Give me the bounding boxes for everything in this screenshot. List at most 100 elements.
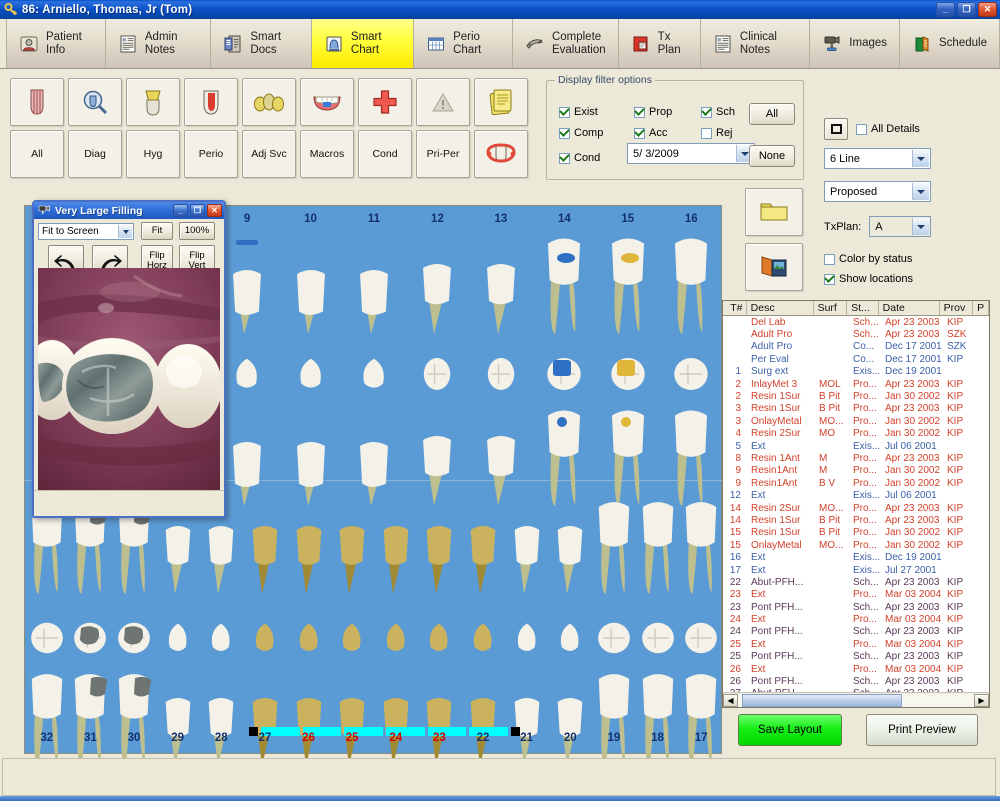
zoom-100-button[interactable]: 100% [179, 222, 215, 240]
lower-tooth-number[interactable]: 22 [461, 732, 505, 744]
tooth-occlusal-view[interactable] [609, 344, 647, 404]
tooth-occlusal-view[interactable] [359, 344, 389, 404]
tooth-10[interactable] [279, 232, 342, 511]
tooth-occlusal-view[interactable] [514, 608, 540, 668]
lower-tooth-number[interactable]: 27 [243, 732, 287, 744]
tooth-lingual-view[interactable] [163, 668, 193, 771]
intraoral-photo[interactable] [38, 268, 220, 490]
close-button[interactable]: ✕ [978, 2, 997, 17]
toolbar-button-perio[interactable]: Perio [184, 130, 238, 178]
table-row[interactable]: 26ExtPro...Mar 03 2004KIP [723, 663, 989, 675]
grid-header-date[interactable]: Date [879, 301, 940, 315]
checkbox-sch[interactable]: Sch [701, 106, 735, 118]
chevron-down-icon[interactable] [912, 150, 929, 167]
tooth-occlusal-view[interactable] [296, 344, 326, 404]
upper-tooth-number[interactable]: 14 [533, 213, 596, 225]
table-row[interactable]: 26Pont PFH...Sch...Apr 23 2003KIP [723, 675, 989, 687]
tooth-facial-view[interactable] [357, 232, 391, 344]
tooth-14[interactable] [533, 232, 596, 511]
grid-header-p[interactable]: P [973, 301, 989, 315]
lower-tooth-number[interactable]: 25 [330, 732, 374, 744]
table-row[interactable]: 1Surg extExis...Dec 19 2001 [723, 366, 989, 378]
table-row[interactable]: 15OnlayMetalMO...Pro...Jan 30 2002KIP [723, 539, 989, 551]
tooth-facial-view[interactable] [608, 232, 648, 344]
tooth-lingual-view[interactable] [468, 668, 498, 771]
tooth-11[interactable] [342, 232, 405, 511]
toolbar-button-tooth-post[interactable] [10, 78, 64, 126]
viewer-maximize-button[interactable]: ❐ [190, 204, 205, 217]
tooth-facial-view[interactable] [294, 232, 328, 344]
toolbar-button-warning[interactable] [416, 78, 470, 126]
tooth-occlusal-view[interactable] [596, 608, 632, 668]
tab-images[interactable]: Images [810, 19, 900, 68]
toolbar-button-hyg[interactable]: Hyg [126, 130, 180, 178]
lower-tooth-number[interactable]: 29 [156, 732, 200, 744]
table-row[interactable]: 8Resin 1AntMPro...Apr 23 2003KIP [723, 452, 989, 464]
tooth-occlusal-view[interactable] [116, 608, 152, 668]
lower-tooth-number[interactable]: 23 [418, 732, 462, 744]
tooth-facial-view[interactable] [639, 496, 677, 608]
tooth-lingual-view[interactable] [115, 668, 153, 771]
filter-none-button[interactable]: None [749, 145, 795, 167]
status-mode-combo[interactable]: Proposed [824, 181, 931, 202]
tooth-lingual-view[interactable] [420, 404, 454, 511]
tooth-occlusal-view[interactable] [672, 344, 710, 404]
toolbar-button-tooth-clamp[interactable] [474, 130, 528, 178]
tab-perio-chart[interactable]: Perio Chart [414, 19, 513, 68]
scrollbar-thumb[interactable] [742, 694, 902, 707]
image-library-button[interactable] [745, 243, 803, 291]
checkbox-show-locations[interactable]: Show locations [824, 273, 994, 285]
table-row[interactable]: 15Resin 1SurB PitPro...Jan 30 2002KIP [723, 527, 989, 539]
tooth-lingual-view[interactable] [337, 668, 367, 771]
tab-patient-info[interactable]: Patient Info [6, 19, 106, 68]
tooth-lingual-view[interactable] [544, 404, 584, 511]
table-row[interactable]: 24ExtPro...Mar 03 2004KIP [723, 613, 989, 625]
lower-tooth-number[interactable]: 26 [287, 732, 331, 744]
tooth-12[interactable] [406, 232, 469, 511]
folder-button[interactable] [745, 188, 803, 236]
tooth-facial-view[interactable] [337, 496, 367, 608]
lower-tooth-number[interactable]: 28 [200, 732, 244, 744]
tooth-facial-view[interactable] [424, 496, 454, 608]
toolbar-button-bridge-gold[interactable] [242, 78, 296, 126]
tooth-facial-view[interactable] [671, 232, 711, 344]
tooth-lingual-view[interactable] [484, 404, 518, 511]
tooth-occlusal-view[interactable] [557, 608, 583, 668]
tooth-occlusal-view[interactable] [208, 608, 234, 668]
table-row[interactable]: 22Abut-PFH...Sch...Apr 23 2003KIP [723, 576, 989, 588]
upper-tooth-number[interactable]: 13 [469, 213, 532, 225]
checkbox-prop[interactable]: Prop [634, 106, 672, 118]
chevron-down-icon[interactable] [118, 225, 132, 238]
table-row[interactable]: 3OnlayMetalMO...Pro...Jan 30 2002KIP [723, 415, 989, 427]
tooth-lingual-view[interactable] [381, 668, 411, 771]
tab-smart-chart[interactable]: Smart Chart [312, 19, 414, 68]
toolbar-button-pri-per[interactable]: Pri-Per [416, 130, 470, 178]
viewer-minimize-button[interactable]: _ [173, 204, 188, 217]
grid-header-provider[interactable]: Prov [940, 301, 974, 315]
tooth-occlusal-view[interactable] [72, 608, 108, 668]
toolbar-button-clipboard[interactable] [474, 78, 528, 126]
tooth-lingual-view[interactable] [357, 404, 391, 511]
toolbar-button-all[interactable]: All [10, 130, 64, 178]
scroll-right-icon[interactable]: ▶ [974, 694, 989, 707]
grid-header-tooth[interactable]: T# [723, 301, 747, 315]
lower-tooth-number[interactable]: 18 [636, 732, 680, 744]
tooth-lingual-view[interactable] [512, 668, 542, 771]
tooth-occlusal-view[interactable] [296, 608, 322, 668]
tooth-lingual-view[interactable] [608, 404, 648, 511]
toolbar-button-adj-svc[interactable]: Adj Svc [242, 130, 296, 178]
tooth-15[interactable] [596, 232, 659, 511]
tab-smart-docs[interactable]: Smart Docs [211, 19, 312, 68]
upper-tooth-number[interactable]: 15 [596, 213, 659, 225]
tooth-lingual-view[interactable] [671, 404, 711, 511]
table-row[interactable]: 14Resin 1SurB PitPro...Apr 23 2003KIP [723, 514, 989, 526]
tooth-16[interactable] [660, 232, 723, 511]
table-row[interactable]: 25ExtPro...Mar 03 2004KIP [723, 638, 989, 650]
tooth-facial-view[interactable] [544, 232, 584, 344]
toolbar-button-denture[interactable] [300, 78, 354, 126]
checkbox-all-details[interactable]: All Details [856, 123, 920, 135]
tooth-occlusal-view[interactable] [232, 344, 262, 404]
tooth-facial-view[interactable] [250, 496, 280, 608]
tooth-lingual-view[interactable] [595, 668, 633, 771]
toolbar-button-cond[interactable]: Cond [358, 130, 412, 178]
